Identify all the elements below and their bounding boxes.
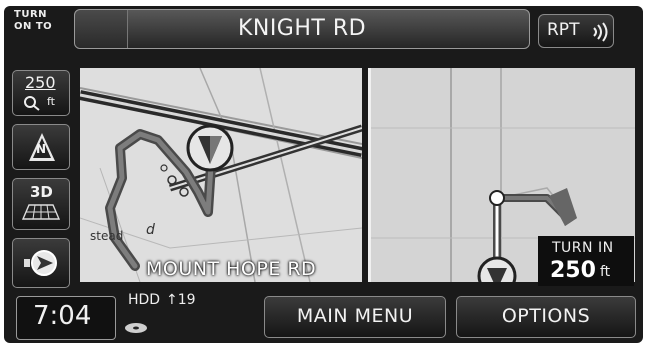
current-road-name: MOUNT HOPE RD (146, 258, 317, 280)
repeat-guidance-button[interactable]: RPT (538, 14, 614, 48)
clock-display: 7:04 (16, 296, 116, 340)
perspective-grid-icon (21, 204, 61, 220)
track-indicator: ↑19 (166, 292, 196, 308)
zoom-unit: ft (47, 95, 55, 108)
turn-in-label: TURN IN (552, 240, 614, 256)
repeat-label: RPT (547, 20, 580, 40)
magnifier-icon (24, 96, 40, 111)
map-text-d: d (146, 222, 155, 238)
turn-on-to-label: TURN ON TO (14, 9, 53, 32)
next-street-name: KNIGHT RD (237, 16, 367, 41)
main-menu-label: MAIN MENU (296, 305, 414, 327)
next-street-bar[interactable]: KNIGHT RD (74, 9, 530, 49)
vehicle-position-icon (24, 250, 57, 276)
main-menu-button[interactable]: MAIN MENU (264, 296, 446, 338)
media-source-label: HDD (128, 292, 161, 308)
view-mode-button[interactable]: 3D (12, 178, 70, 230)
options-button[interactable]: OPTIONS (456, 296, 636, 338)
disc-icon (125, 323, 147, 333)
turn-distance-panel: TURN IN 250 ft (538, 236, 634, 286)
north-up-button[interactable]: N (12, 124, 70, 170)
main-map-canvas: stead d (80, 68, 362, 282)
view-mode-label: 3D (30, 183, 53, 201)
zoom-scale-button[interactable]: 250 ft (12, 70, 70, 116)
zoom-value: 250 (25, 73, 56, 92)
current-position-button[interactable] (12, 238, 70, 288)
turn-distance-unit: ft (600, 264, 611, 280)
svg-text:stead: stead (90, 229, 123, 243)
main-map[interactable]: stead d (80, 68, 362, 282)
sound-icon (593, 22, 608, 42)
clock-time: 7:04 (33, 301, 92, 331)
turn-distance-value: 250 (550, 258, 596, 283)
options-label: OPTIONS (501, 305, 591, 327)
north-label: N (36, 142, 47, 156)
